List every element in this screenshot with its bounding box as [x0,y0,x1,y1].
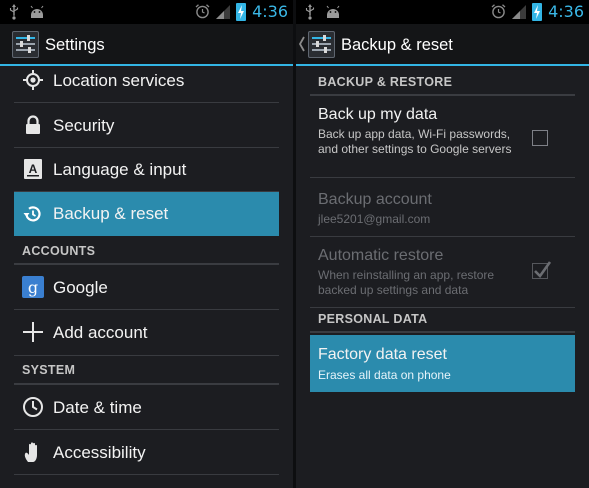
svg-text:A: A [29,162,38,176]
page-title: Settings [45,36,105,54]
clock-time: 4:36 [548,2,584,21]
alarm-icon [491,4,506,19]
settings-app-icon[interactable] [308,31,335,58]
item-title: Automatic restore [318,247,444,264]
back-chevron-icon[interactable] [298,35,306,53]
automatic-restore-item: Automatic restore When reinstalling an a… [310,237,575,308]
settings-item-date-time[interactable]: Date & time [14,385,279,430]
android-icon [30,5,44,18]
settings-screen: 4:36 Settings Location services Security… [0,0,293,488]
settings-item-label: Backup & reset [53,204,169,223]
settings-item-label: Accessibility [53,443,146,462]
settings-item-label: Language & input [53,160,187,179]
page-title: Backup & reset [341,36,453,54]
backup-restore-header: BACKUP & RESTORE [310,70,575,96]
item-title: Factory data reset [318,346,447,363]
settings-item-label: Date & time [53,398,142,417]
item-title: Back up my data [318,106,438,123]
signal-icon [216,4,231,19]
back-up-my-data-item[interactable]: Back up my data Back up app data, Wi-Fi … [310,96,575,178]
lock-icon [26,115,40,134]
plus-icon [23,322,43,342]
settings-item-location[interactable]: Location services [14,66,279,103]
action-bar: Backup & reset [296,24,589,66]
item-summary: When reinstalling an app, restore backed… [318,268,495,297]
factory-data-reset-item[interactable]: Factory data reset Erases all data on ph… [310,335,575,392]
clock-time: 4:36 [252,2,288,21]
backup-account-item: Backup account jlee5201@gmail.com [310,178,575,237]
settings-item-language[interactable]: A Language & input [14,148,279,192]
alarm-icon [195,4,210,19]
item-summary: Erases all data on phone [318,368,451,382]
battery-charging-icon [532,2,543,21]
item-title: Backup account [318,191,432,208]
settings-item-google[interactable]: g Google [14,265,279,310]
item-summary: jlee5201@gmail.com [318,212,431,226]
system-header: SYSTEM [14,360,279,385]
back-up-data-checkbox[interactable] [532,130,548,146]
clock-icon [23,397,43,417]
personal-data-header: PERSONAL DATA [310,308,575,333]
keyboard-icon: A [24,159,42,179]
settings-item-backup-reset[interactable]: Backup & reset [14,192,279,236]
settings-item-label: Security [53,116,115,135]
hand-icon [24,442,37,462]
checkmark-icon [534,261,552,279]
settings-item-label: Google [53,278,108,297]
settings-item-accessibility[interactable]: Accessibility [14,430,279,475]
backup-reset-screen: 4:36 Backup & reset BACKUP & RESTORE Bac… [296,0,589,488]
settings-item-label: Add account [53,323,148,342]
settings-app-icon[interactable] [12,31,39,58]
android-icon [326,5,340,18]
status-bar: 4:36 [296,0,589,24]
settings-item-label: Location services [53,71,185,90]
usb-icon [9,4,19,20]
battery-charging-icon [236,2,247,21]
usb-icon [305,4,315,20]
settings-item-add-account[interactable]: Add account [14,310,279,356]
accounts-header: ACCOUNTS [14,240,279,265]
action-bar: Settings [0,24,293,66]
status-bar: 4:36 [0,0,293,24]
signal-icon [512,4,527,19]
google-icon: g [22,276,44,298]
automatic-restore-checkbox [532,261,552,279]
settings-item-security[interactable]: Security [14,103,279,148]
svg-text:g: g [28,278,38,297]
location-icon [23,70,43,90]
item-summary: Back up app data, Wi-Fi passwords, and o… [318,127,512,156]
backup-icon [23,206,41,222]
